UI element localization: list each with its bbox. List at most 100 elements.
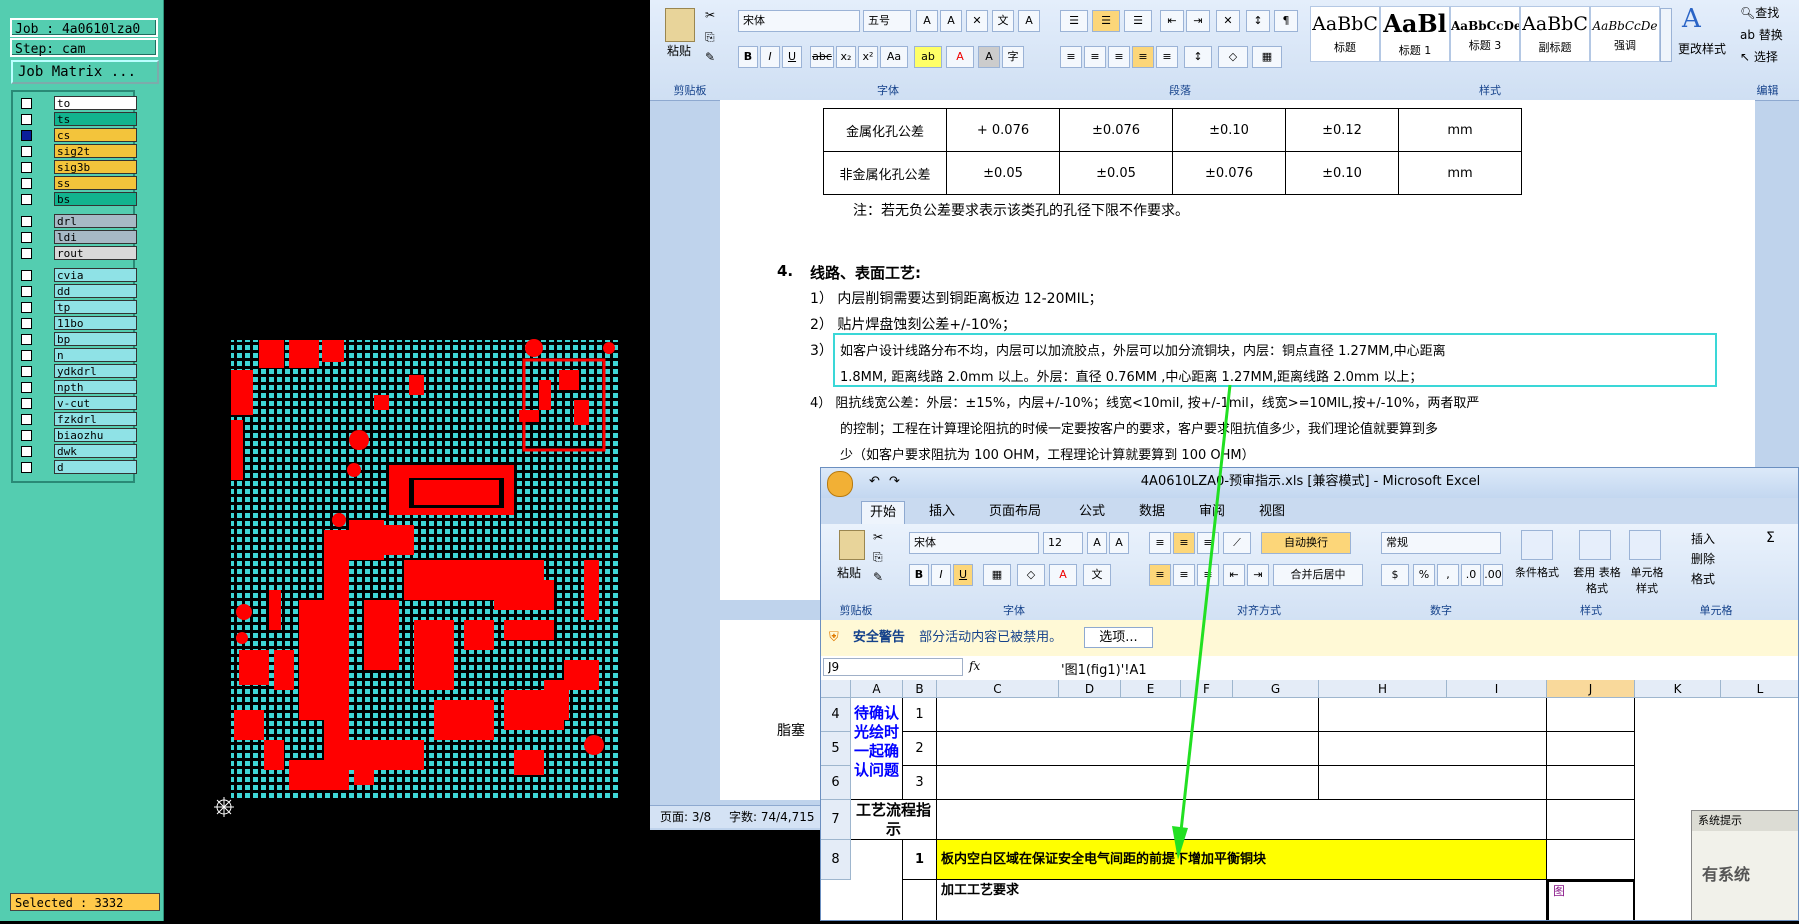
excel-tab[interactable]: 数据	[1131, 501, 1173, 523]
layer-checkbox[interactable]	[21, 302, 32, 313]
column-header[interactable]: D	[1059, 680, 1121, 698]
layer-row-11bo[interactable]: 11bo	[17, 316, 137, 331]
layer-name[interactable]: 11bo	[54, 316, 137, 330]
xl-format-button[interactable]: 格式	[1691, 570, 1715, 587]
xl-paste-label[interactable]: 粘贴	[837, 564, 861, 581]
xl-table-format-icon[interactable]	[1579, 530, 1611, 560]
layer-checkbox[interactable]	[21, 334, 32, 345]
clear-format-icon[interactable]: ✕	[966, 10, 988, 32]
layer-row-bs[interactable]: bs	[17, 192, 137, 207]
shrink-font-icon[interactable]: A	[940, 10, 962, 32]
xl-cell-style-label[interactable]: 单元格 样式	[1625, 564, 1669, 596]
layer-row-to[interactable]: to	[17, 96, 137, 111]
xl-font-color-icon[interactable]: A	[1049, 564, 1077, 586]
styles-scroll-icon[interactable]	[1660, 8, 1672, 62]
style-option[interactable]: AaBbC 标题	[1310, 6, 1380, 62]
layer-row-biaozhu[interactable]: biaozhu	[17, 428, 137, 443]
cell-j5[interactable]	[1547, 732, 1635, 766]
layer-row-fzkdrl[interactable]: fzkdrl	[17, 412, 137, 427]
layer-row-drl[interactable]: drl	[17, 214, 137, 229]
layer-name[interactable]: n	[54, 348, 137, 362]
cell-j6[interactable]	[1547, 766, 1635, 800]
layer-name[interactable]: fzkdrl	[54, 412, 137, 426]
xl-cond-format-label[interactable]: 条件格式	[1509, 564, 1565, 580]
select-all-corner[interactable]	[821, 680, 851, 698]
layer-checkbox[interactable]	[21, 462, 32, 473]
cell-h5[interactable]	[1319, 732, 1547, 766]
change-styles-label[interactable]: 更改样式	[1678, 40, 1726, 57]
cell-j7[interactable]	[1547, 800, 1635, 840]
font-name-select[interactable]: 宋体	[738, 10, 860, 32]
security-options-button[interactable]: 选项...	[1084, 627, 1153, 648]
redo-icon[interactable]: ↷	[889, 468, 900, 496]
cell-c6[interactable]	[937, 766, 1319, 800]
layer-row-npth[interactable]: npth	[17, 380, 137, 395]
layer-name[interactable]: dwk	[54, 444, 137, 458]
borders-icon[interactable]: ▦	[1252, 46, 1282, 68]
xl-align-bottom-icon[interactable]: ≡	[1197, 532, 1219, 554]
layer-checkbox[interactable]	[21, 350, 32, 361]
highlight-icon[interactable]: ab	[914, 46, 942, 68]
char-border-icon[interactable]: A	[1018, 10, 1040, 32]
name-box[interactable]	[823, 658, 963, 676]
excel-tab[interactable]: 开始	[861, 501, 906, 524]
formula-input[interactable]: '图1(fig1)'!A1	[1061, 659, 1147, 678]
find-button[interactable]: 🔍︎查找	[1740, 4, 1779, 21]
select-button[interactable]: ↖ 选择	[1740, 48, 1778, 65]
layer-name[interactable]: bs	[54, 192, 137, 206]
column-header[interactable]: H	[1319, 680, 1447, 698]
cell-c5[interactable]	[937, 732, 1319, 766]
layer-row-rout[interactable]: rout	[17, 246, 137, 261]
cut-icon[interactable]: ✂	[705, 8, 715, 22]
layer-checkbox[interactable]	[21, 162, 32, 173]
cell-c8-requirement[interactable]: 板内空白区域在保证安全电气间距的前提下增加平衡铜块	[937, 840, 1547, 880]
layer-checkbox[interactable]	[21, 430, 32, 441]
layer-row-bp[interactable]: bp	[17, 332, 137, 347]
enclose-char-icon[interactable]: 字	[1002, 46, 1024, 68]
format-painter-icon[interactable]: ✎	[705, 50, 715, 64]
cell-b4[interactable]: 1	[903, 698, 937, 732]
layer-name[interactable]: d	[54, 460, 137, 474]
xl-currency-icon[interactable]: $	[1381, 564, 1409, 586]
layer-checkbox[interactable]	[21, 216, 32, 227]
xl-decrease-decimal-icon[interactable]: .00	[1483, 564, 1503, 586]
row-header-7[interactable]: 7	[821, 800, 851, 840]
office-button-icon[interactable]	[827, 471, 853, 497]
xl-delete-button[interactable]: 删除	[1691, 550, 1715, 567]
column-header[interactable]: B	[903, 680, 937, 698]
style-option[interactable]: AaBbCcDe 标题 3	[1450, 6, 1520, 62]
layer-row-cs[interactable]: cs	[17, 128, 137, 143]
layer-row-n[interactable]: n	[17, 348, 137, 363]
xl-insert-button[interactable]: 插入	[1691, 530, 1715, 547]
align-right-icon[interactable]: ≡	[1108, 46, 1130, 68]
strikethrough-icon[interactable]: abc	[810, 46, 834, 68]
layer-name[interactable]: bp	[54, 332, 137, 346]
xl-cond-format-icon[interactable]	[1521, 530, 1553, 560]
status-page[interactable]: 页面: 3/8	[660, 810, 711, 824]
layer-checkbox[interactable]	[21, 382, 32, 393]
layer-name[interactable]: drl	[54, 214, 137, 228]
subscript-icon[interactable]: x₂	[836, 46, 856, 68]
confirm-questions-cell[interactable]: 待确认光绘时一起确认问题	[851, 698, 903, 800]
xl-indent-icon[interactable]: ⇥	[1247, 564, 1269, 586]
column-header[interactable]: C	[937, 680, 1059, 698]
bullets-icon[interactable]: ☰	[1060, 10, 1088, 32]
xl-fill-color-icon[interactable]: ◇	[1017, 564, 1045, 586]
job-matrix-button[interactable]: Job Matrix ...	[11, 60, 159, 84]
column-header[interactable]: L	[1721, 680, 1798, 698]
layer-name[interactable]: tp	[54, 300, 137, 314]
layer-name[interactable]: ldi	[54, 230, 137, 244]
layer-checkbox[interactable]	[21, 414, 32, 425]
layer-checkbox[interactable]	[21, 114, 32, 125]
layer-name[interactable]: cs	[54, 128, 137, 142]
process-flow-cell[interactable]: 工艺流程指示	[851, 800, 937, 840]
xl-percent-icon[interactable]: %	[1413, 564, 1435, 586]
layer-row-dwk[interactable]: dwk	[17, 444, 137, 459]
column-header[interactable]: E	[1121, 680, 1181, 698]
xl-align-left-icon[interactable]: ≡	[1149, 564, 1171, 586]
xl-borders-icon[interactable]: ▦	[983, 564, 1011, 586]
layer-row-dd[interactable]: dd	[17, 284, 137, 299]
decrease-indent-icon[interactable]: ⇤	[1160, 10, 1184, 32]
layer-row-ts[interactable]: ts	[17, 112, 137, 127]
xl-align-center-icon[interactable]: ≡	[1173, 564, 1195, 586]
